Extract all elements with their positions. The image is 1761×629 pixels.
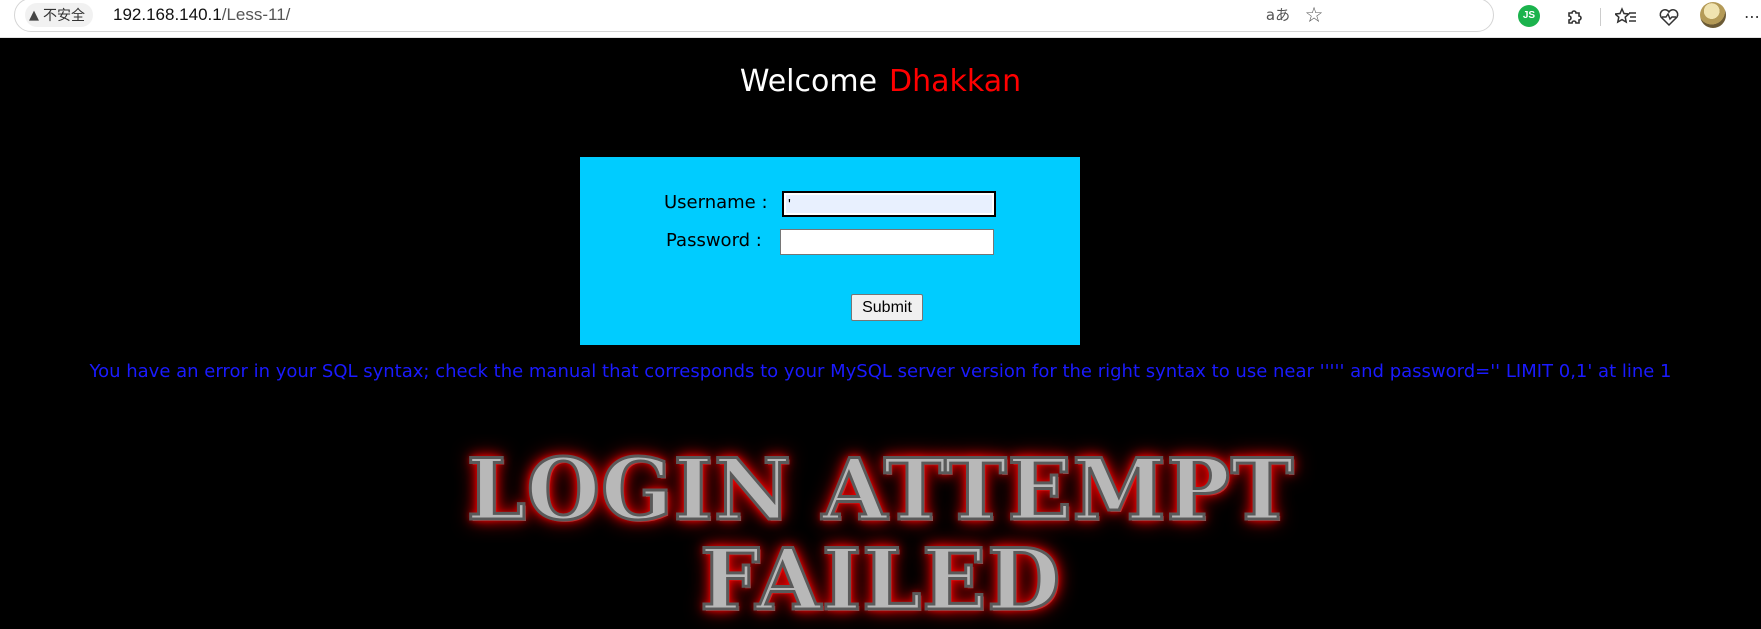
url-text[interactable]: 192.168.140.1/Less-11/ (113, 2, 290, 28)
login-failed-line1: LOGIN ATTEMPT (465, 439, 1295, 541)
welcome-name: Dhakkan (889, 64, 1022, 99)
security-indicator[interactable]: ▲ 不安全 (25, 3, 93, 27)
welcome-heading: Welcome Dhakkan (0, 64, 1761, 99)
favorites-icon[interactable] (1612, 3, 1640, 31)
password-label: Password : (666, 230, 762, 251)
security-label: 不安全 (43, 8, 85, 24)
password-input[interactable] (780, 229, 994, 255)
submit-button[interactable]: Submit (851, 294, 923, 321)
username-input[interactable] (782, 191, 996, 217)
login-form: Username : Password : Submit (580, 157, 1080, 345)
profile-avatar[interactable] (1700, 2, 1726, 28)
read-aloud-icon[interactable]: aあ (1265, 2, 1291, 28)
address-bar[interactable]: ▲ 不安全 192.168.140.1/Less-11/ aあ ☆ (14, 0, 1494, 32)
browser-toolbar: ▲ 不安全 192.168.140.1/Less-11/ aあ ☆ JS ⋯ (0, 0, 1761, 38)
username-label: Username : (664, 192, 768, 213)
sql-error-message: You have an error in your SQL syntax; ch… (89, 361, 1672, 382)
star-icon[interactable]: ☆ (1301, 2, 1327, 28)
js-extension-icon[interactable]: JS (1518, 5, 1540, 27)
toolbar-separator (1600, 8, 1601, 26)
welcome-text: Welcome (739, 64, 878, 99)
url-host: 192.168.140.1 (113, 5, 222, 24)
login-failed-line2: FAILED (698, 529, 1062, 629)
health-icon[interactable] (1655, 3, 1683, 31)
more-icon[interactable]: ⋯ (1738, 3, 1761, 31)
extensions-icon[interactable] (1561, 3, 1589, 31)
url-path: /Less-11/ (221, 5, 291, 24)
warning-icon: ▲ (29, 7, 39, 23)
